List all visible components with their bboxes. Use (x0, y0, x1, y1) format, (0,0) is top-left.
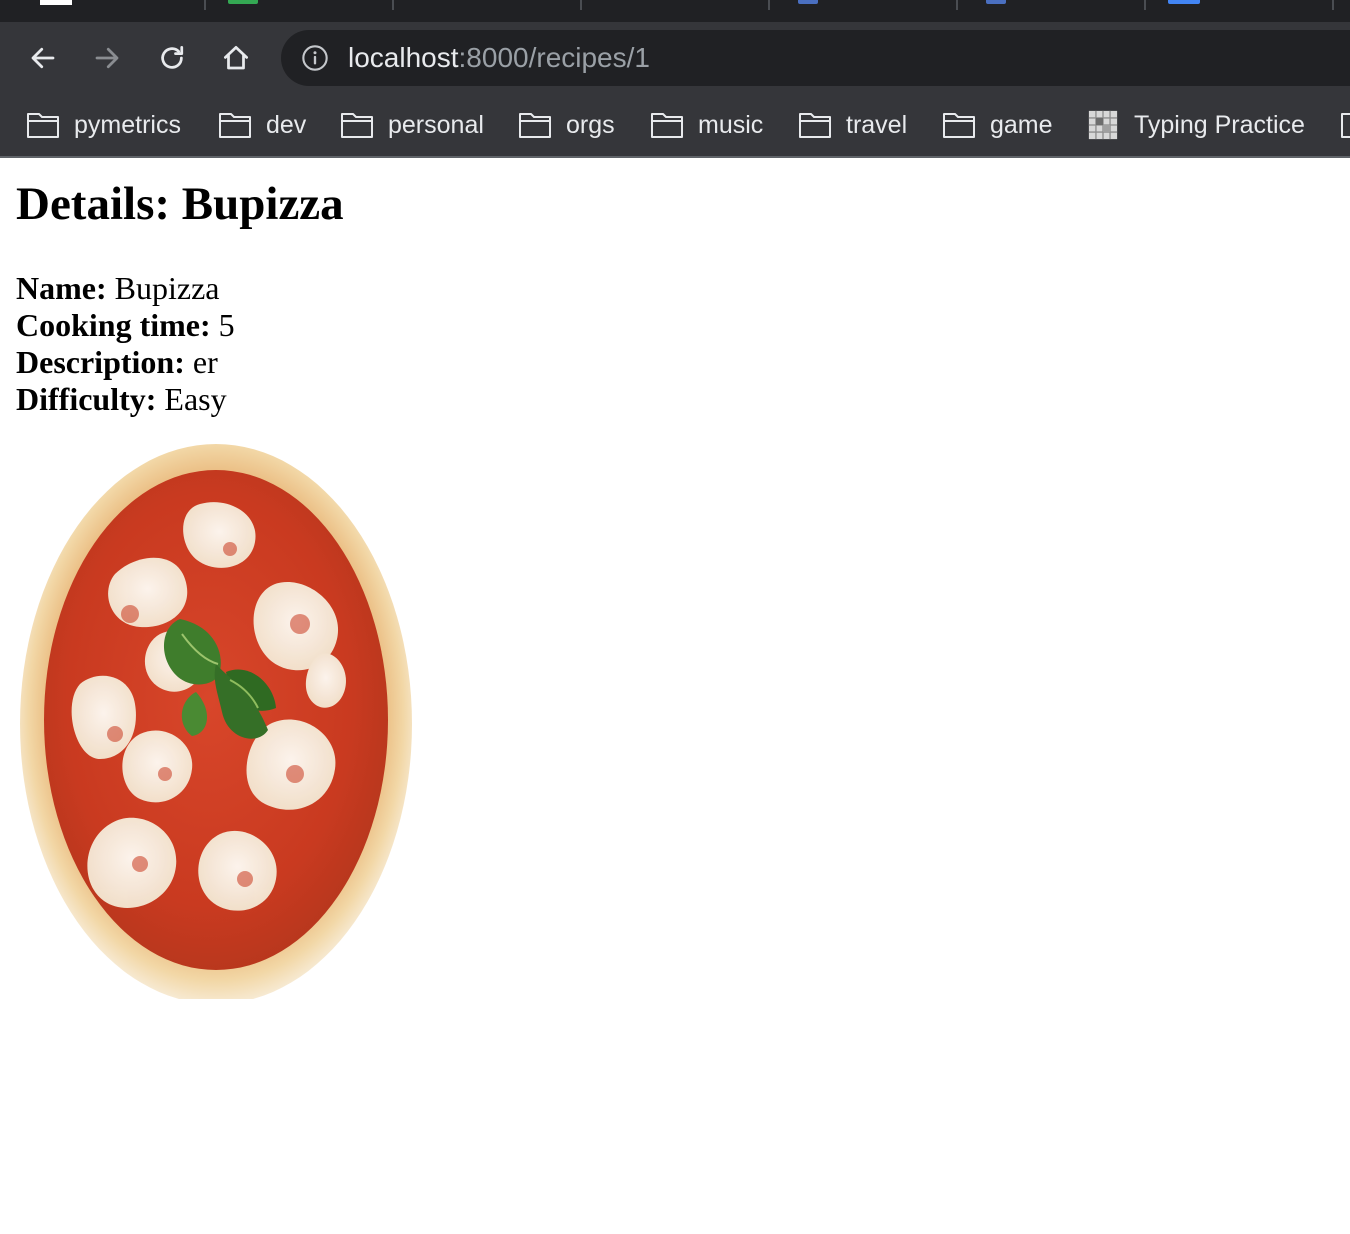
page-content: Details: Bupizza Name: Bupizza Cooking t… (16, 160, 1336, 1004)
bookmarks-bar: pymetrics dev personal orgs music travel… (0, 94, 1350, 158)
reload-icon (161, 46, 184, 69)
bookmark-folder-travel[interactable]: travel (798, 108, 907, 142)
tab-separator (204, 0, 206, 10)
detail-label: Name: (16, 270, 107, 306)
active-tab-indicator[interactable] (40, 0, 72, 5)
bookmark-label: personal (388, 111, 484, 139)
keyboard-favicon-icon (1088, 110, 1118, 140)
bookmark-folder-personal[interactable]: personal (340, 108, 484, 142)
url-text[interactable]: localhost:8000/recipes/1 (348, 42, 650, 74)
bookmark-folder-game[interactable]: game (942, 108, 1053, 142)
folder-icon (27, 113, 59, 138)
bookmark-folder-pymetrics[interactable]: pymetrics (26, 108, 181, 142)
detail-cooking-time: Cooking time: 5 (16, 307, 1336, 344)
home-icon (224, 46, 248, 70)
url-host: localhost (348, 42, 459, 73)
bookmark-folder-music[interactable]: music (650, 108, 763, 142)
folder-icon (651, 113, 683, 138)
recipe-image (20, 434, 420, 1004)
tab-separator (1332, 0, 1334, 10)
forward-button[interactable] (85, 36, 129, 80)
tab-favicon-icon[interactable] (986, 0, 1006, 4)
recipe-details: Name: Bupizza Cooking time: 5 Descriptio… (16, 270, 1336, 418)
bookmark-label: orgs (566, 111, 615, 139)
bookmark-label: music (698, 111, 764, 139)
tab-separator (392, 0, 394, 10)
bookmark-typing-practice[interactable]: Typing Practice (1086, 108, 1305, 142)
tab-separator (1144, 0, 1146, 10)
detail-label: Difficulty: (16, 381, 157, 417)
bookmark-label: travel (846, 111, 908, 139)
home-button[interactable] (214, 36, 258, 80)
folder-icon (799, 113, 831, 138)
site-info-icon[interactable] (301, 44, 329, 72)
address-bar[interactable]: localhost:8000/recipes/1 (281, 30, 1350, 86)
bookmark-label: pymetrics (74, 111, 181, 139)
folder-icon (1341, 113, 1350, 138)
detail-difficulty: Difficulty: Easy (16, 381, 1336, 418)
tab-separator (768, 0, 770, 10)
page-title: Details: Bupizza (16, 178, 344, 230)
detail-description: Description: er (16, 344, 1336, 381)
detail-label: Description: (16, 344, 185, 380)
bookmark-folder-dev[interactable]: dev (218, 108, 306, 142)
tab-favicon-icon[interactable] (1168, 0, 1200, 4)
forward-arrow-icon (95, 47, 119, 69)
bookmark-label: dev (266, 111, 307, 139)
detail-value: Bupizza (114, 270, 220, 306)
tab-strip (0, 0, 1350, 22)
detail-name: Name: Bupizza (16, 270, 1336, 307)
url-path: :8000/recipes/1 (458, 42, 650, 73)
pizza-margherita-image (20, 444, 412, 1004)
detail-label: Cooking time: (16, 307, 211, 343)
tab-favicon-icon[interactable] (798, 0, 818, 4)
folder-icon (341, 113, 373, 138)
detail-value: Easy (164, 381, 227, 417)
detail-value: 5 (218, 307, 235, 343)
folder-icon (519, 113, 551, 138)
folder-icon (219, 113, 251, 138)
bookmark-folder-orgs[interactable]: orgs (518, 108, 615, 142)
tab-separator (580, 0, 582, 10)
browser-toolbar: localhost:8000/recipes/1 (0, 22, 1350, 94)
bookmark-label: Typing Practice (1134, 111, 1305, 139)
bookmark-overflow-folder[interactable] (1340, 108, 1350, 142)
back-arrow-icon (31, 47, 55, 69)
bookmark-label: game (990, 111, 1053, 139)
back-button[interactable] (21, 36, 65, 80)
reload-button[interactable] (150, 36, 194, 80)
detail-value: er (192, 344, 218, 380)
folder-icon (943, 113, 975, 138)
tab-favicon-icon[interactable] (228, 0, 258, 4)
tab-separator (956, 0, 958, 10)
